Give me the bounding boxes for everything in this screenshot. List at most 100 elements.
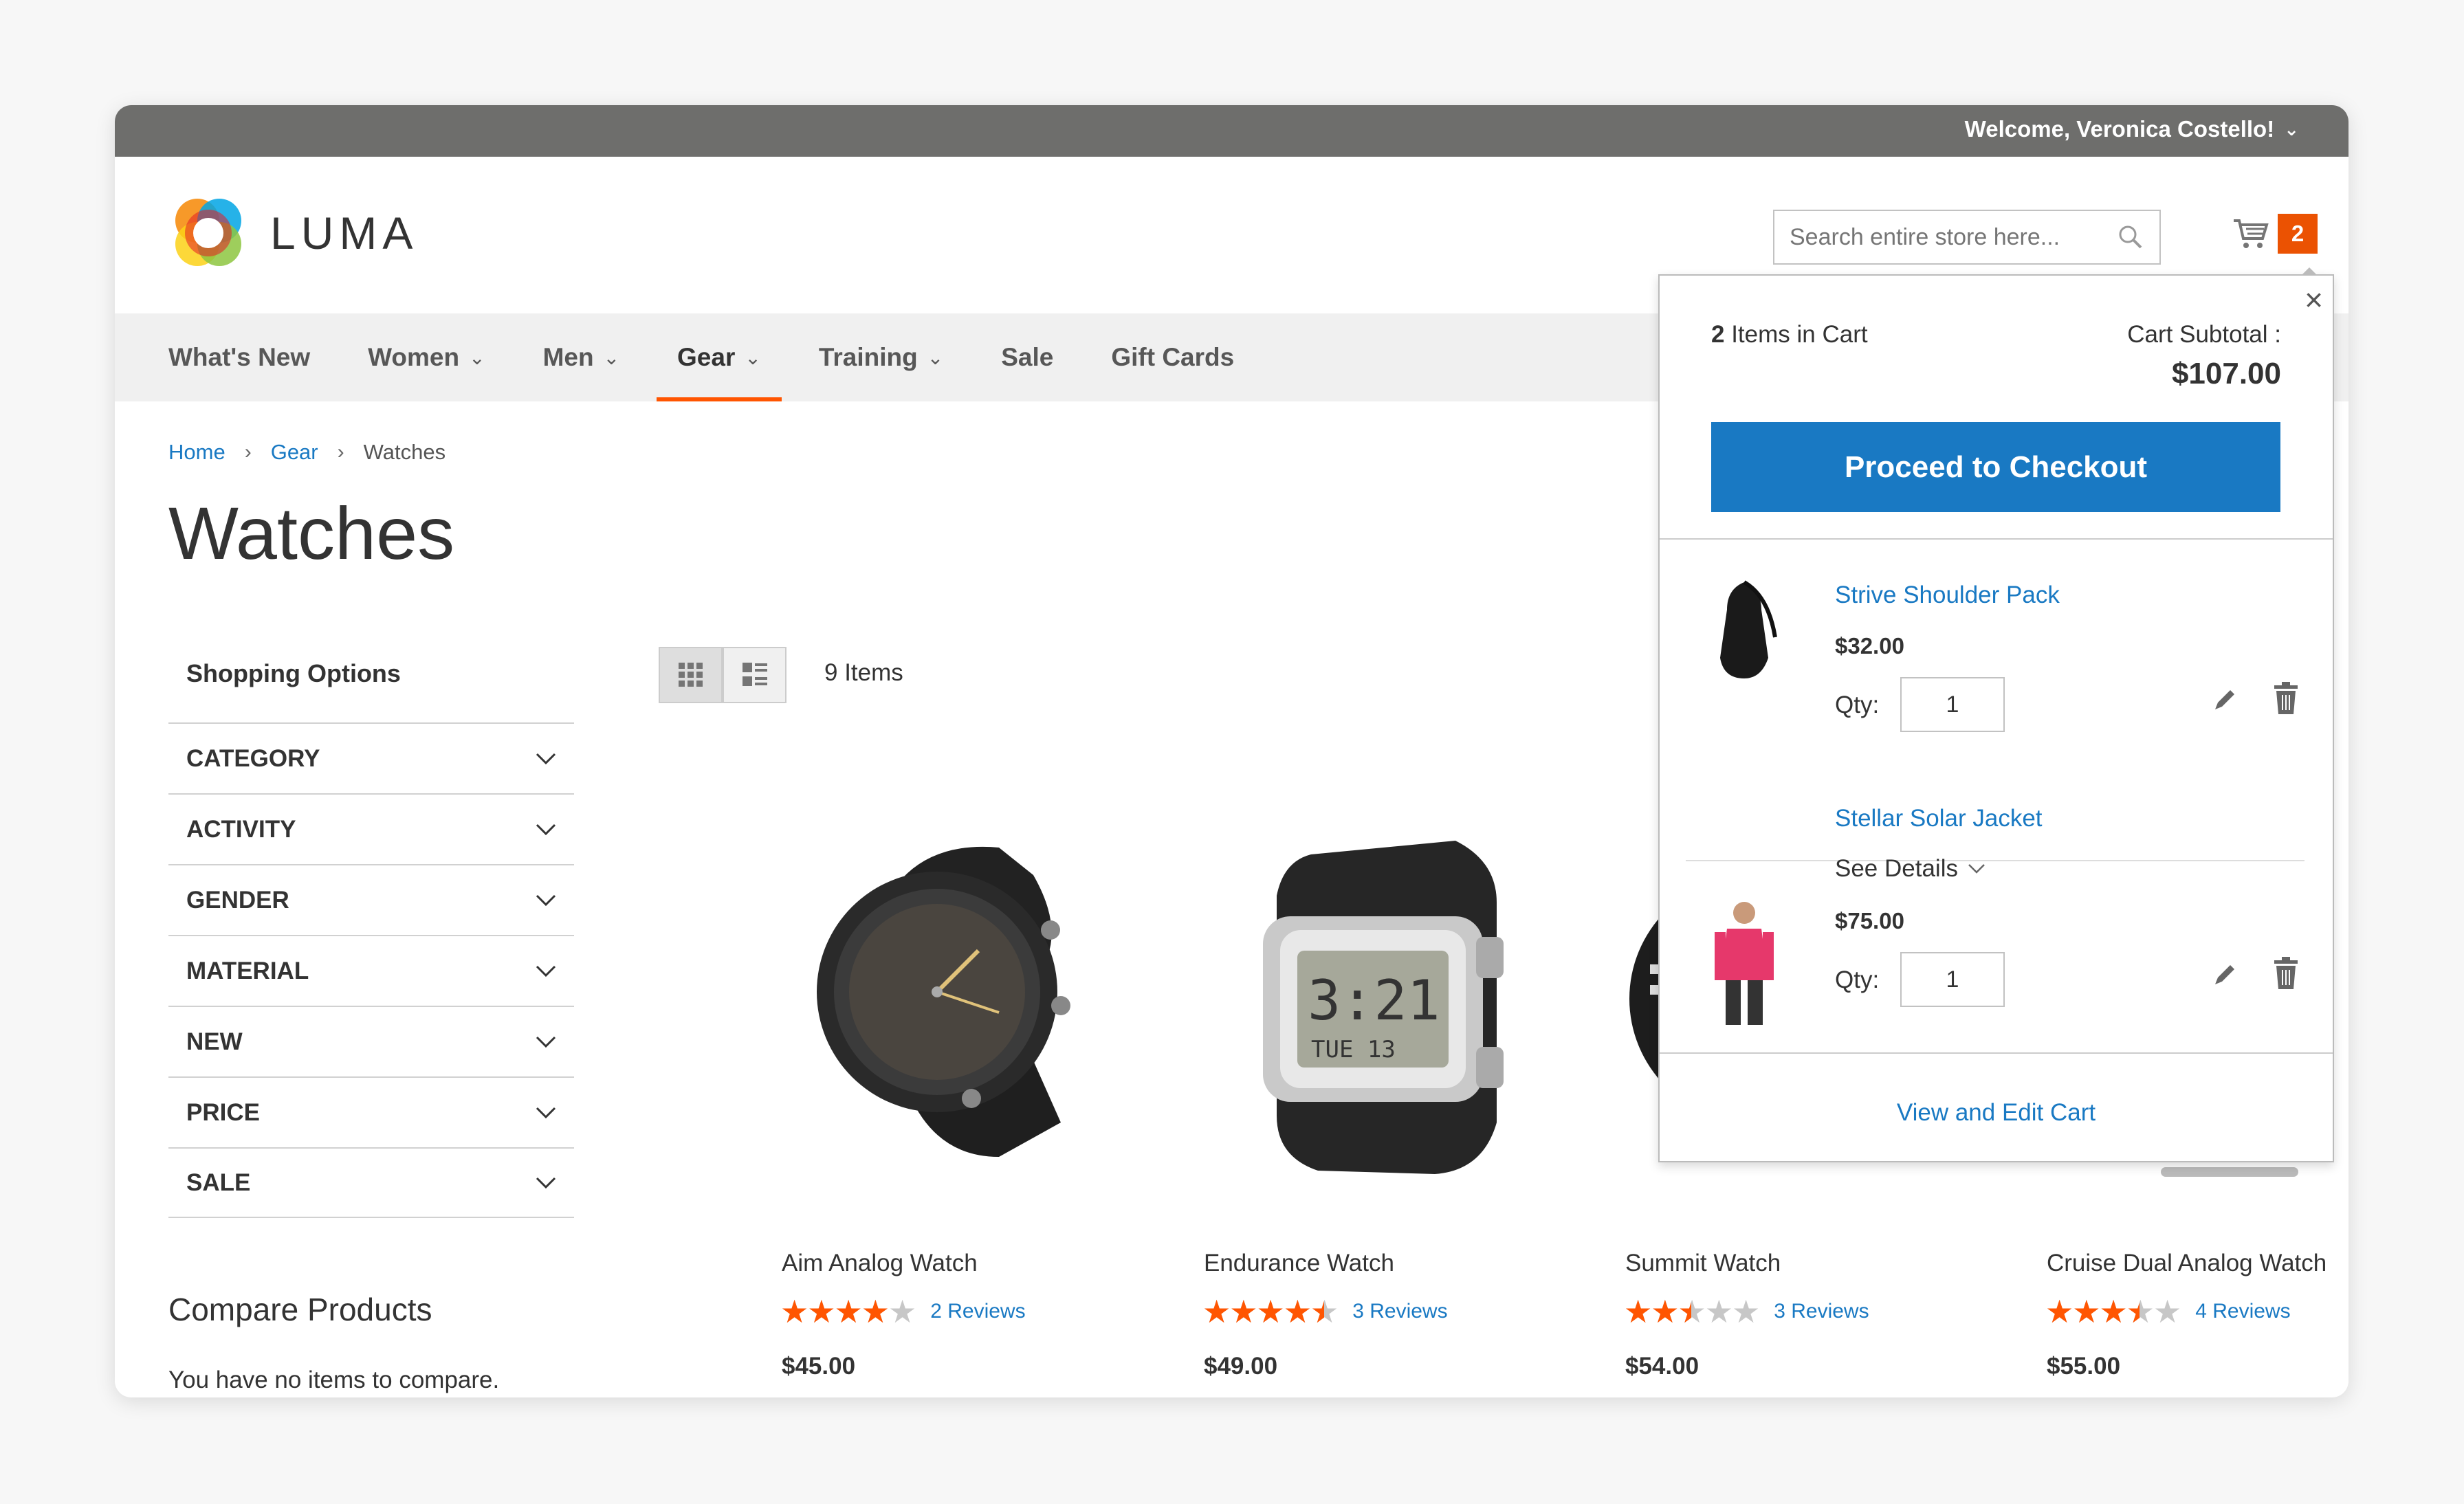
rating-stars-fill: ★★★★★ — [1624, 1296, 1691, 1327]
see-details-toggle[interactable]: See Details — [1835, 855, 1986, 883]
cart-item-name[interactable]: Stellar Solar Jacket — [1835, 805, 2043, 832]
subtotal-value: $107.00 — [2171, 357, 2281, 390]
qty-label: Qty: — [1835, 966, 1880, 993]
product-card[interactable]: 3:21 TUE 13 Endurance Watch ★★★★★★★★★★ 3… — [1194, 799, 1579, 1380]
product-rating: ★★★★★★★★★★ 3 Reviews — [1624, 1296, 1869, 1327]
product-image[interactable] — [772, 799, 1157, 1198]
filter-sale[interactable]: SALE — [168, 1147, 574, 1218]
trash-icon[interactable] — [2272, 681, 2300, 716]
chevron-down-icon: ⌄ — [603, 346, 620, 368]
nav-item-gear[interactable]: Gear ⌄ — [657, 313, 782, 401]
top-panel: Welcome, Veronica Costello! ⌄ — [115, 105, 2348, 157]
rating-stars: ★★★★★★★★★★ — [1624, 1294, 1760, 1329]
search-input[interactable] — [1790, 223, 2113, 251]
filter-category[interactable]: CATEGORY — [168, 722, 574, 793]
chevron-down-icon: ⌄ — [927, 346, 944, 368]
product-rating: ★★★★★★★★★★ 4 Reviews — [2045, 1296, 2291, 1327]
reviews-link[interactable]: 3 Reviews — [1352, 1300, 1447, 1323]
product-price: $45.00 — [782, 1353, 856, 1380]
breadcrumb: Home › Gear › Watches — [168, 440, 446, 465]
shopping-options-title: Shopping Options — [186, 659, 401, 687]
search-box[interactable] — [1773, 210, 2161, 265]
qty-input[interactable] — [1900, 677, 2005, 732]
nav-label: Gear — [677, 343, 736, 371]
filter-label: CATEGORY — [186, 744, 320, 772]
product-price: $54.00 — [1625, 1353, 1700, 1380]
search-icon[interactable] — [2117, 223, 2144, 251]
breadcrumb-separator-icon: › — [337, 441, 344, 463]
minicart-dropdown: × 2 Items in Cart Cart Subtotal : $107.0… — [1658, 267, 2334, 1162]
filter-activity[interactable]: ACTIVITY — [168, 793, 574, 864]
product-card[interactable]: Aim Analog Watch ★★★★★★★★★★ 2 Reviews $4… — [772, 799, 1157, 1380]
compare-products-title: Compare Products — [168, 1292, 432, 1327]
filter-material[interactable]: MATERIAL — [168, 935, 574, 1006]
chevron-down-icon — [1968, 864, 1985, 874]
page-title: Watches — [168, 491, 455, 575]
qty-label: Qty: — [1835, 692, 1880, 718]
cart-icon — [2234, 219, 2269, 248]
breadcrumb-separator-icon: › — [244, 441, 252, 463]
filter-list: CATEGORY ACTIVITY GENDER MATERIAL NEW PR… — [168, 722, 574, 1218]
svg-text:TUE 13: TUE 13 — [1311, 1036, 1396, 1063]
edit-icon[interactable] — [2210, 685, 2240, 715]
breadcrumb-gear[interactable]: Gear — [271, 440, 318, 465]
view-and-edit-cart-link[interactable]: View and Edit Cart — [1660, 1099, 2333, 1127]
product-image[interactable]: 3:21 TUE 13 — [1194, 799, 1579, 1198]
product-rating: ★★★★★★★★★★ 2 Reviews — [780, 1296, 1026, 1327]
divider — [1660, 538, 2333, 540]
filter-new[interactable]: NEW — [168, 1006, 574, 1076]
nav-item-women[interactable]: Women ⌄ — [368, 313, 485, 401]
nav-item-men[interactable]: Men ⌄ — [543, 313, 619, 401]
product-name[interactable]: Aim Analog Watch — [782, 1250, 978, 1277]
nav-item-gift-cards[interactable]: Gift Cards — [1111, 313, 1234, 401]
close-icon[interactable]: × — [2304, 284, 2323, 316]
cart-item-price: $32.00 — [1835, 633, 1904, 659]
filter-label: PRICE — [186, 1098, 260, 1126]
store-logo[interactable]: LUMA — [170, 195, 418, 272]
nav-label: What's New — [168, 343, 311, 371]
minicart-items-count: 2 Items in Cart — [1711, 321, 1868, 349]
nav-item-training[interactable]: Training ⌄ — [819, 313, 943, 401]
rating-stars: ★★★★★★★★★★ — [2045, 1294, 2181, 1329]
nav-item-whats-new[interactable]: What's New — [168, 313, 310, 401]
cart-item-price: $75.00 — [1835, 908, 1904, 933]
filter-label: ACTIVITY — [186, 815, 296, 843]
rating-stars-fill: ★★★★★ — [2045, 1296, 2140, 1327]
welcome-text: Welcome, Veronica Costello! — [1964, 116, 2275, 142]
subtotal-label: Cart Subtotal : — [2127, 321, 2281, 348]
toolbar-items-count: 9 Items — [824, 659, 903, 686]
rating-stars: ★★★★★★★★★★ — [780, 1294, 916, 1329]
customer-menu[interactable]: Welcome, Veronica Costello! ⌄ — [1965, 116, 2299, 142]
grid-mode-button[interactable] — [659, 647, 723, 703]
compare-empty-text: You have no items to compare. — [168, 1367, 500, 1393]
minicart-count-text: Items in Cart — [1724, 321, 1868, 348]
edit-icon[interactable] — [2210, 960, 2240, 990]
filter-label: SALE — [186, 1169, 251, 1196]
filter-label: GENDER — [186, 886, 289, 914]
list-mode-button[interactable] — [723, 647, 786, 703]
cart-item-name[interactable]: Strive Shoulder Pack — [1835, 582, 2060, 609]
chevron-down-icon — [536, 1177, 556, 1188]
minicart-count-number: 2 — [1711, 321, 1725, 348]
qty-input[interactable] — [1900, 952, 2005, 1007]
breadcrumb-home[interactable]: Home — [168, 440, 226, 465]
minicart-button[interactable]: 2 — [2232, 214, 2318, 254]
filter-price[interactable]: PRICE — [168, 1076, 574, 1147]
product-name[interactable]: Summit Watch — [1625, 1250, 1781, 1277]
product-price: $49.00 — [1204, 1353, 1278, 1380]
divider — [1660, 1052, 2333, 1054]
reviews-link[interactable]: 3 Reviews — [1774, 1300, 1869, 1323]
proceed-to-checkout-button[interactable]: Proceed to Checkout — [1711, 422, 2280, 512]
browser-window: Welcome, Veronica Costello! ⌄ LUMA Searc… — [115, 105, 2348, 1397]
trash-icon[interactable] — [2272, 956, 2300, 991]
product-name[interactable]: Cruise Dual Analog Watch — [2047, 1250, 2326, 1277]
chevron-down-icon — [536, 1036, 556, 1048]
rating-stars-fill: ★★★★★ — [1202, 1296, 1324, 1327]
nav-item-sale[interactable]: Sale — [1001, 313, 1053, 401]
filter-gender[interactable]: GENDER — [168, 864, 574, 935]
reviews-link[interactable]: 2 Reviews — [930, 1300, 1025, 1323]
reviews-link[interactable]: 4 Reviews — [2195, 1300, 2290, 1323]
product-name[interactable]: Endurance Watch — [1204, 1250, 1394, 1277]
chevron-down-icon: ⌄ — [469, 346, 485, 368]
rating-stars-fill: ★★★★★ — [780, 1296, 888, 1327]
